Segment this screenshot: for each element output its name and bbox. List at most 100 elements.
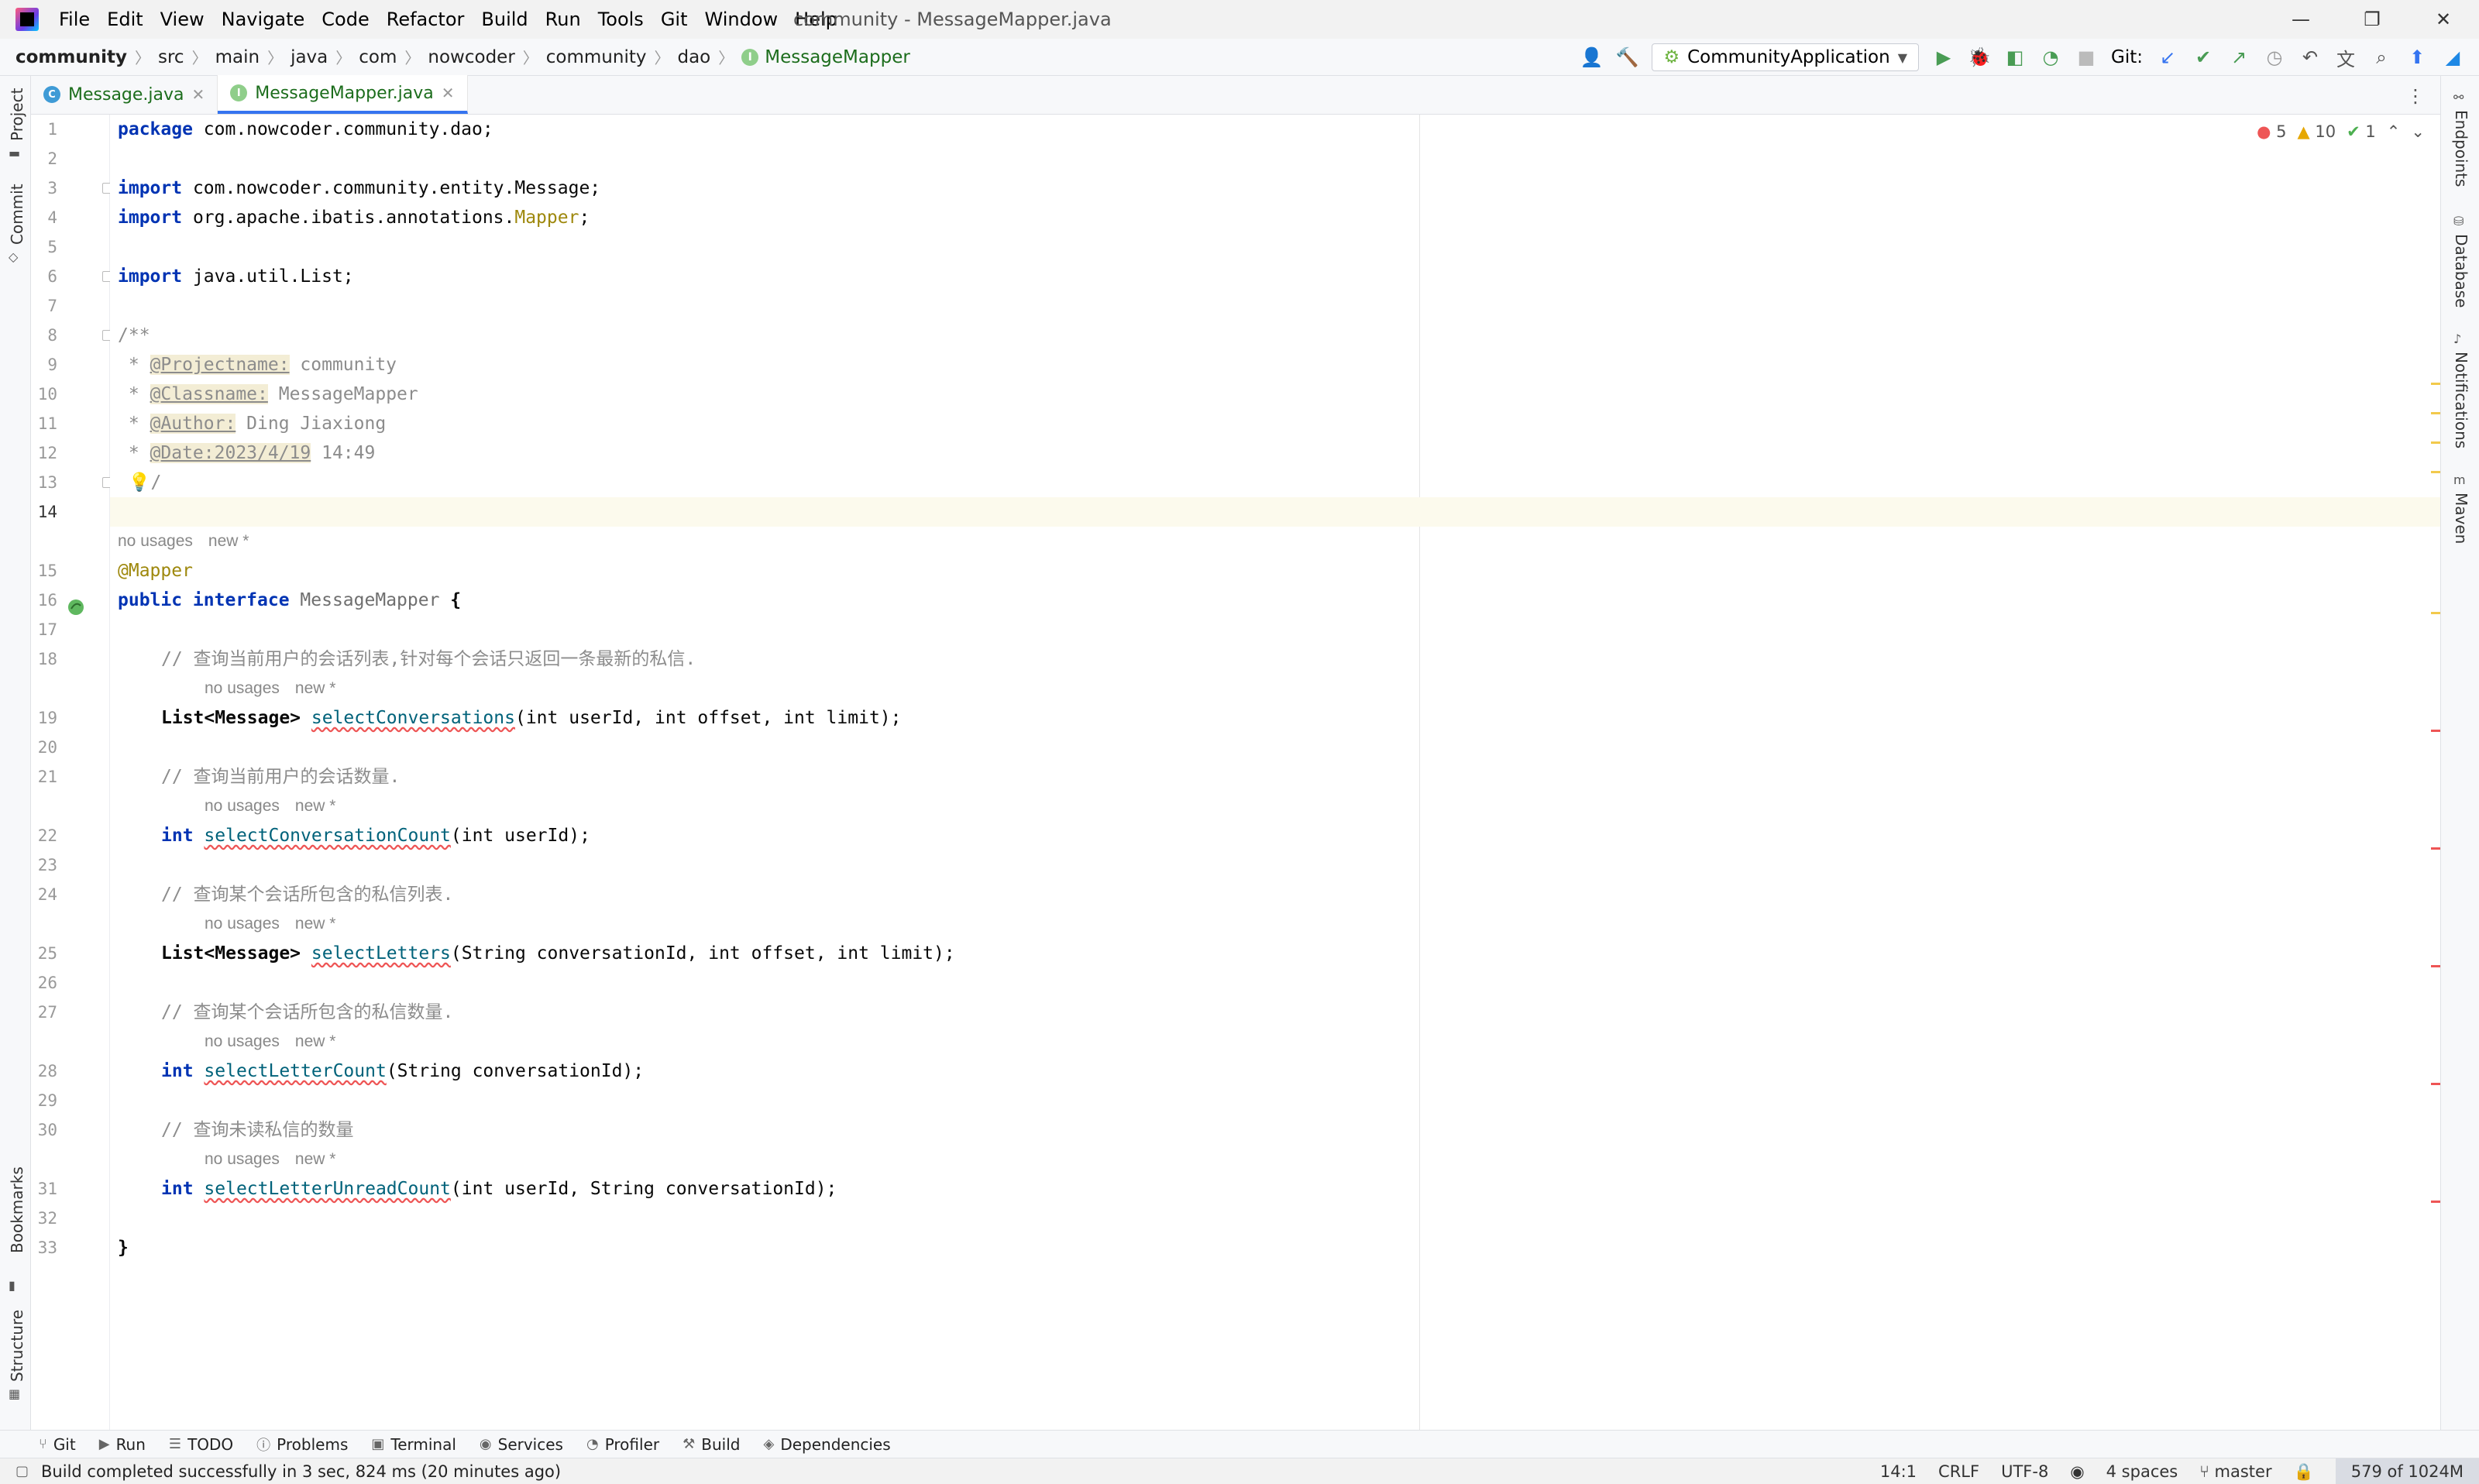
indent-setting[interactable]: 4 spaces — [2106, 1462, 2178, 1481]
code-line[interactable]: int selectLetterCount(String conversatio… — [110, 1056, 2440, 1086]
tab-messagemapper-java[interactable]: I MessageMapper.java ✕ — [218, 75, 468, 114]
tool-bookmarks[interactable]: Bookmarks — [8, 1166, 26, 1253]
run-icon[interactable]: ▶ — [1933, 46, 1955, 68]
menu-git[interactable]: Git — [661, 9, 688, 30]
caret-position[interactable]: 14:1 — [1880, 1462, 1917, 1481]
author-hint[interactable]: new * — [295, 797, 336, 815]
code-line[interactable]: // 查询当前用户的会话列表,针对每个会话只返回一条最新的私信. — [110, 644, 2440, 674]
code-line[interactable]: int selectConversationCount(int userId); — [110, 821, 2440, 850]
tool-structure[interactable]: Structure — [8, 1310, 26, 1382]
previous-highlight-icon[interactable]: ⌃ — [2387, 122, 2401, 141]
tool-window-todo[interactable]: ☰ TODO — [169, 1435, 233, 1454]
lock-icon[interactable]: 🔒 — [2294, 1462, 2314, 1482]
code-line[interactable]: import java.util.List; — [110, 262, 2440, 291]
coverage-icon[interactable]: ◧ — [2004, 46, 2026, 68]
toggle-tool-windows-icon[interactable]: ▢ — [15, 1463, 29, 1479]
method-name[interactable]: selectLetters — [311, 943, 451, 964]
user-icon[interactable]: 👤 — [1580, 46, 1604, 68]
tool-endpoints[interactable]: Endpoints — [2452, 110, 2470, 187]
close-icon[interactable]: ✕ — [442, 84, 455, 102]
usages-hint[interactable]: no usages — [205, 679, 280, 697]
minimize-button[interactable]: — — [2265, 0, 2336, 39]
git-branch[interactable]: ⑂ master — [2199, 1462, 2271, 1481]
author-hint[interactable]: new * — [208, 532, 249, 550]
code-line[interactable]: } — [110, 1233, 2440, 1262]
status-message[interactable]: ▢ Build completed successfully in 3 sec,… — [15, 1462, 561, 1481]
tool-window-problems[interactable]: ⓘ Problems — [256, 1434, 348, 1455]
history-icon[interactable]: ◷ — [2264, 46, 2285, 68]
code-line[interactable]: import org.apache.ibatis.annotations.Map… — [110, 203, 2440, 232]
more-vertical-icon[interactable]: ⋮ — [2406, 85, 2425, 107]
code-line[interactable]: import com.nowcoder.community.entity.Mes… — [110, 173, 2440, 203]
usages-hint[interactable]: no usages — [118, 532, 193, 550]
code-line[interactable]: package com.nowcoder.community.dao; — [110, 115, 2440, 144]
tool-project[interactable]: Project — [8, 88, 26, 141]
debug-icon[interactable]: 🐞 — [1968, 46, 1991, 68]
tool-database[interactable]: Database — [2452, 234, 2470, 307]
inlay-hint[interactable]: no usages new * — [161, 674, 351, 703]
tool-notifications[interactable]: Notifications — [2452, 352, 2470, 448]
code-line[interactable]: * @Projectname: community — [110, 350, 2440, 380]
readonly-eye-icon[interactable]: ◉ — [2070, 1462, 2084, 1481]
memory-indicator[interactable]: 579 of 1024M — [2335, 1458, 2479, 1484]
profile-icon[interactable]: ◔ — [2040, 46, 2061, 68]
code-line[interactable]: List<Message> selectLetters(String conve… — [110, 939, 2440, 968]
inlay-hint[interactable]: no usages new * — [161, 792, 351, 821]
breadcrumb-main[interactable]: main — [215, 47, 260, 67]
breadcrumb-nowcoder[interactable]: nowcoder — [428, 47, 514, 67]
breadcrumb-community-pkg[interactable]: community — [546, 47, 647, 67]
inlay-hint[interactable]: no usages new * — [161, 909, 351, 939]
tool-window-services[interactable]: ◉ Services — [480, 1435, 563, 1454]
stop-icon[interactable]: ■ — [2075, 46, 2097, 68]
tool-window-profiler[interactable]: ◔ Profiler — [586, 1435, 659, 1454]
restore-button[interactable]: ❐ — [2336, 0, 2408, 39]
menu-code[interactable]: Code — [321, 9, 369, 30]
tool-maven[interactable]: Maven — [2452, 493, 2470, 544]
weak-warning-count[interactable]: ✔ 1 — [2347, 122, 2376, 141]
menu-edit[interactable]: Edit — [107, 9, 143, 30]
menu-tools[interactable]: Tools — [598, 9, 644, 30]
usages-hint[interactable]: no usages — [205, 1032, 280, 1050]
error-count[interactable]: ● 5 — [2257, 122, 2286, 141]
code-line[interactable]: int selectLetterUnreadCount(int userId, … — [110, 1174, 2440, 1204]
tool-window-dependencies[interactable]: ◈ Dependencies — [763, 1435, 890, 1454]
breadcrumb-community[interactable]: community — [15, 47, 127, 67]
search-icon[interactable]: ⌕ — [2371, 46, 2392, 68]
plugin-icon[interactable]: ◢ — [2442, 46, 2464, 68]
author-hint[interactable]: new * — [295, 679, 336, 697]
breadcrumb-java[interactable]: java — [291, 47, 328, 67]
code-line[interactable]: // 查询当前用户的会话数量. — [110, 762, 2440, 792]
code-line[interactable]: // 查询某个会话所包含的私信数量. — [110, 998, 2440, 1027]
warning-count[interactable]: ▲ 10 — [2298, 122, 2336, 141]
mybatis-bird-icon[interactable] — [65, 596, 87, 618]
tab-message-java[interactable]: C Message.java ✕ — [31, 75, 218, 114]
git-commit-icon[interactable]: ✔ — [2192, 46, 2214, 68]
menu-window[interactable]: Window — [705, 9, 779, 30]
lightbulb-icon[interactable]: 💡 — [129, 472, 151, 493]
code-line[interactable]: 💡/ — [110, 468, 2440, 497]
code-line[interactable]: List<Message> selectConversations(int us… — [110, 703, 2440, 733]
code-line[interactable]: * @Classname: MessageMapper — [110, 380, 2440, 409]
inlay-hint[interactable]: no usages new * — [161, 1027, 351, 1056]
usages-hint[interactable]: no usages — [205, 797, 280, 815]
method-name[interactable]: selectLetterCount — [204, 1061, 386, 1081]
code-line[interactable]: * @Author: Ding Jiaxiong — [110, 409, 2440, 438]
line-separator[interactable]: CRLF — [1938, 1462, 1979, 1481]
menu-file[interactable]: File — [59, 9, 90, 30]
tool-window-terminal[interactable]: ▣ Terminal — [371, 1435, 456, 1454]
breadcrumb-com[interactable]: com — [359, 47, 397, 67]
breadcrumb-src[interactable]: src — [158, 47, 184, 67]
rollback-icon[interactable]: ↶ — [2299, 46, 2321, 68]
tool-commit[interactable]: Commit — [8, 184, 26, 245]
code-line[interactable]: public interface MessageMapper { — [110, 586, 2440, 615]
menu-run[interactable]: Run — [545, 9, 581, 30]
method-name[interactable]: selectConversationCount — [204, 826, 451, 846]
code-line[interactable]: @Mapper — [110, 556, 2440, 586]
run-configuration-select[interactable]: ⚙ CommunityApplication ▼ — [1652, 43, 1920, 71]
tool-window-build[interactable]: ⚒ Build — [682, 1435, 740, 1454]
menu-refactor[interactable]: Refactor — [387, 9, 465, 30]
menu-view[interactable]: View — [160, 9, 205, 30]
usages-hint[interactable]: no usages — [205, 915, 280, 933]
editor-gutter[interactable]: 1 2 3 4 5 6 7 8 9 10 11 12 13 14 15 16 1… — [31, 115, 112, 1430]
method-name[interactable]: selectLetterUnreadCount — [204, 1179, 451, 1199]
